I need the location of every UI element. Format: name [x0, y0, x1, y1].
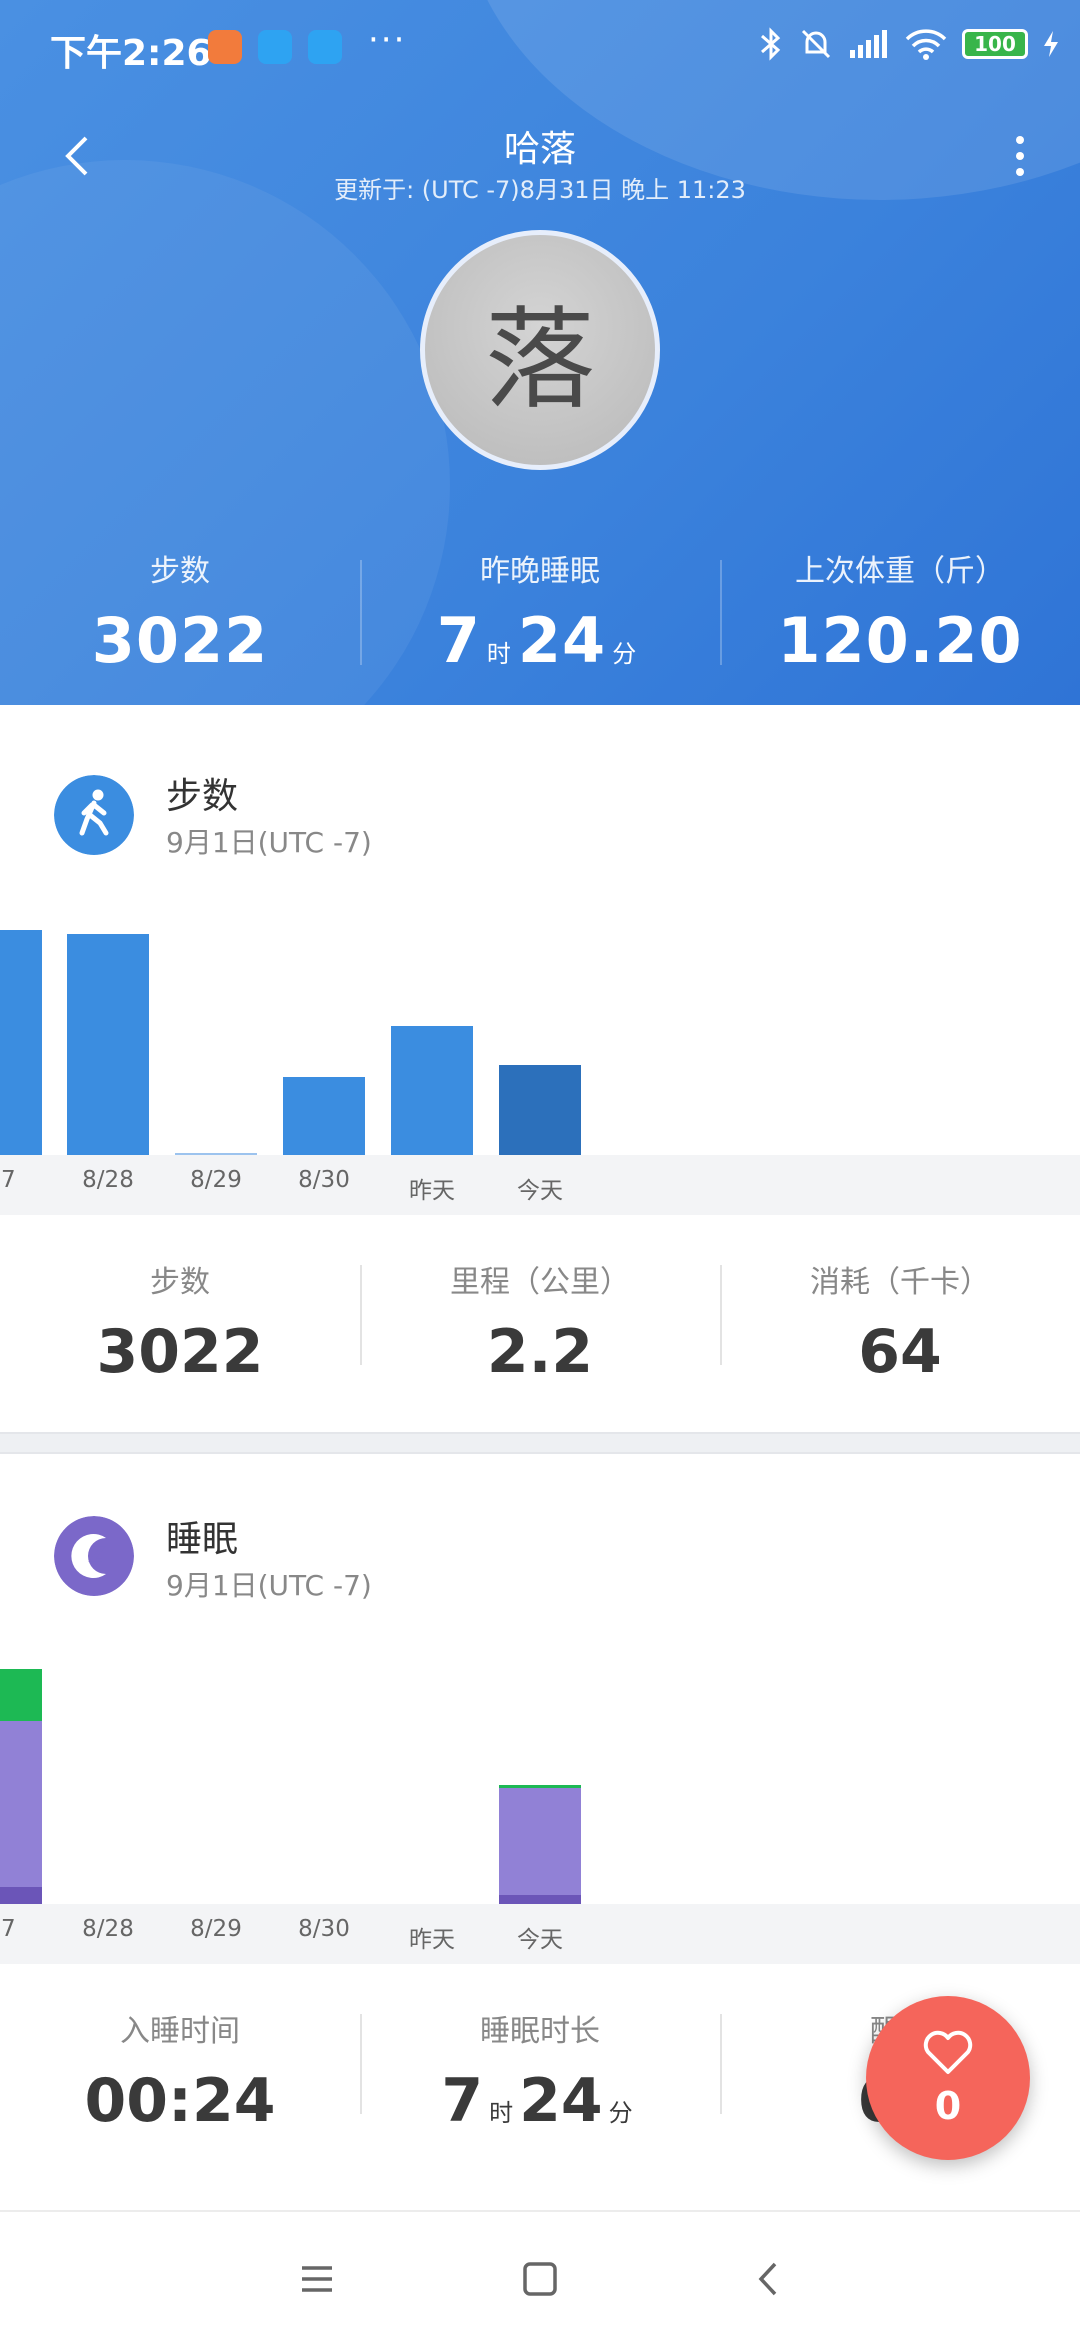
steps-x-label: 今天 [517, 1178, 563, 1204]
summary-weight-label: 上次体重（斤） [795, 554, 1005, 589]
steps-bar-chart[interactable]: 27 8/28 8/29 8/30 昨天 今天 [0, 895, 1080, 1215]
sleep-duration-label: 睡眠时长 [480, 2014, 600, 2049]
like-fab-button[interactable]: 0 [866, 1996, 1030, 2160]
minute-unit: 分 [612, 640, 638, 668]
sleep-x-label: 8/28 [82, 1916, 134, 1942]
charging-icon [1044, 31, 1058, 57]
bedtime-stat-value: 00:24 [84, 2066, 276, 2136]
distance-stat: 里程（公里） 2.2 [360, 1215, 720, 1387]
silent-alarm-icon [801, 29, 831, 59]
sleep-minutes: 24 [517, 604, 607, 677]
status-bar: 下午2:26 ··· 100 [0, 0, 1080, 96]
sleep-bar-segment[interactable] [0, 1886, 42, 1904]
bedtime-stat-label: 入睡时间 [120, 2014, 240, 2049]
minute-unit: 分 [608, 2099, 633, 2127]
steps-x-label: 27 [0, 1167, 16, 1193]
steps-card-title: 步数 [166, 776, 239, 817]
home-icon[interactable] [515, 2254, 565, 2304]
heart-icon [923, 2030, 973, 2074]
system-nav-bar [0, 2210, 1080, 2340]
sleep-bar-segment[interactable] [499, 1785, 581, 1788]
summary-weight-value: 120.20 [777, 604, 1023, 677]
steps-stat: 步数 3022 [0, 1215, 360, 1387]
distance-stat-label: 里程（公里） [450, 1265, 630, 1300]
signal-icon [850, 30, 887, 58]
page-title: 哈落 [503, 129, 576, 170]
steps-x-label: 8/29 [190, 1167, 242, 1193]
summary-weight[interactable]: 上次体重（斤） 120.20 [720, 540, 1080, 690]
steps-stats: 步数 3022 里程（公里） 2.2 消耗（千卡） 64 [0, 1215, 1080, 1387]
duration-hours: 7 [441, 2066, 484, 2136]
sleep-card-date: 9月1日(UTC -7) [166, 1569, 372, 1602]
sleep-hours: 7 [436, 604, 481, 677]
summary-sleep[interactable]: 昨晚睡眠 7 时24 分 [360, 540, 720, 690]
more-options-icon[interactable] [990, 126, 1050, 186]
battery-level: 100 [974, 32, 1016, 56]
hour-unit: 时 [489, 2099, 514, 2127]
summary-sleep-label: 昨晚睡眠 [480, 554, 600, 589]
steps-stat-label: 步数 [150, 1265, 210, 1300]
hour-unit: 时 [486, 640, 512, 668]
summary-steps-label: 步数 [150, 554, 210, 589]
sleep-x-label: 27 [0, 1916, 16, 1942]
profile-header: 下午2:26 ··· 100 哈落 更新于: (UTC -7)8月31日 晚上 … [0, 0, 1080, 705]
wifi-icon [905, 29, 947, 60]
steps-bar[interactable] [283, 1076, 365, 1155]
sleep-bar-segment[interactable] [499, 1788, 581, 1896]
walking-icon [54, 775, 134, 855]
moon-icon [54, 1516, 134, 1596]
sleep-x-label: 今天 [517, 1927, 563, 1953]
message-app-icon-2 [308, 30, 342, 64]
steps-card[interactable]: 步数 9月1日(UTC -7) 27 8/28 8/29 8/30 昨天 今天 步数 30… [0, 705, 1080, 1432]
mi-app-icon [208, 30, 242, 64]
steps-bar[interactable] [175, 1153, 257, 1155]
last-updated-text: 更新于: (UTC -7)8月31日 晚上 11:23 [334, 176, 746, 204]
steps-card-header: 步数 9月1日(UTC -7) [0, 705, 1080, 865]
steps-card-date: 9月1日(UTC -7) [166, 826, 372, 859]
sleep-duration-stat: 睡眠时长 7 时 24 分 [360, 1964, 720, 2136]
summary-steps[interactable]: 步数 3022 [0, 540, 360, 690]
back-nav-icon[interactable] [744, 2254, 794, 2304]
steps-x-label: 8/28 [82, 1167, 134, 1193]
calories-stat-label: 消耗（千卡） [810, 1265, 990, 1300]
steps-bar[interactable] [391, 1025, 473, 1155]
message-app-icon [258, 30, 292, 64]
avatar[interactable]: 落 [420, 230, 660, 470]
sleep-bar-chart[interactable]: 27 8/28 8/29 8/30 昨天 今天 [0, 1644, 1080, 1964]
sleep-x-label: 8/29 [190, 1916, 242, 1942]
more-notifications-icon: ··· [368, 20, 407, 60]
bluetooth-icon [761, 27, 781, 61]
menu-icon[interactable] [292, 2254, 342, 2304]
battery-indicator: 100 [962, 29, 1028, 59]
top-app-bar: 哈落 更新于: (UTC -7)8月31日 晚上 11:23 [0, 110, 1080, 210]
duration-minutes: 24 [519, 2066, 603, 2136]
steps-x-label: 8/30 [298, 1167, 350, 1193]
steps-stat-value: 3022 [96, 1317, 264, 1387]
like-count: 0 [934, 2084, 962, 2128]
summary-stats: 步数 3022 昨晚睡眠 7 时24 分 上次体重（斤） 120.20 [0, 540, 1080, 690]
steps-bar[interactable] [67, 933, 149, 1155]
sleep-bar-segment[interactable] [0, 1721, 42, 1887]
steps-bar[interactable] [0, 930, 42, 1155]
avatar-initial: 落 [485, 296, 595, 424]
calories-stat: 消耗（千卡） 64 [720, 1215, 1080, 1387]
sleep-x-label: 8/30 [298, 1916, 350, 1942]
sleep-card-header: 睡眠 9月1日(UTC -7) [0, 1454, 1080, 1614]
sleep-bar-segment[interactable] [0, 1669, 42, 1722]
steps-bar[interactable] [499, 1065, 581, 1155]
section-divider [0, 1432, 1080, 1454]
steps-x-label: 昨天 [409, 1178, 455, 1204]
status-time: 下午2:26 [50, 33, 212, 74]
sleep-x-label: 昨天 [409, 1927, 455, 1953]
sleep-duration-value: 7 时 24 分 [360, 2066, 720, 2136]
calories-stat-value: 64 [858, 1317, 942, 1387]
sleep-card-title: 睡眠 [166, 1519, 239, 1560]
distance-stat-value: 2.2 [486, 1317, 594, 1387]
summary-sleep-value: 7 时24 分 [360, 604, 720, 677]
bedtime-stat: 入睡时间 00:24 [0, 1964, 360, 2136]
sleep-bar-segment[interactable] [499, 1895, 581, 1904]
summary-steps-value: 3022 [91, 604, 269, 677]
